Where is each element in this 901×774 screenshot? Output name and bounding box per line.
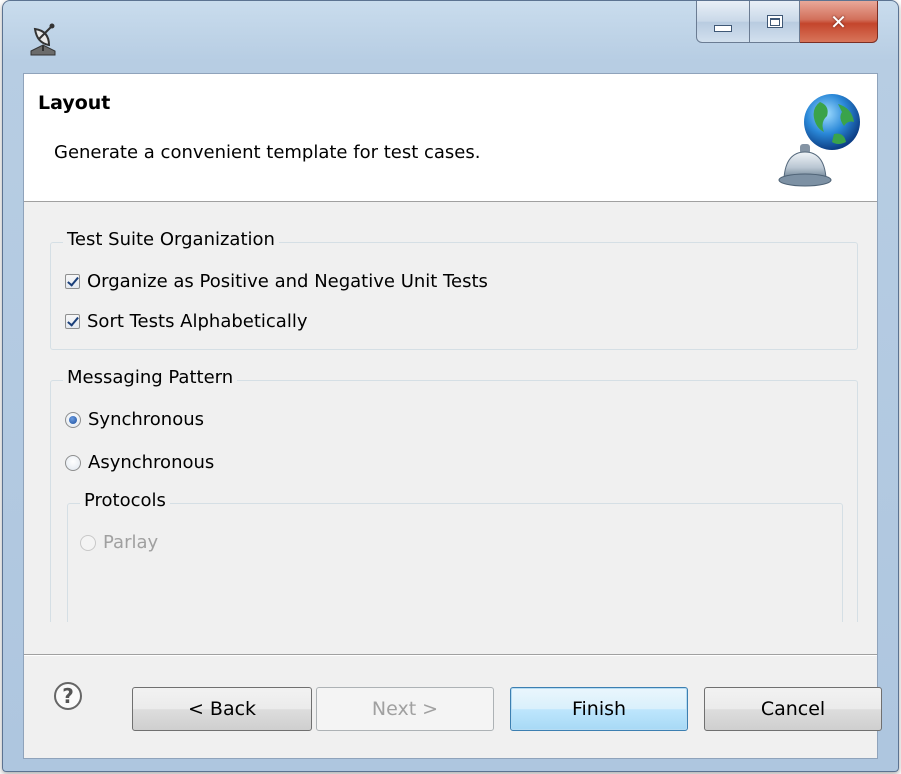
cancel-button[interactable]: Cancel [704, 687, 882, 731]
title-bar[interactable]: ✕ [3, 1, 898, 73]
close-button[interactable]: ✕ [800, 1, 878, 43]
dialog-client-area: Layout Generate a convenient template fo… [23, 73, 882, 759]
asynchronous-option[interactable]: Asynchronous [65, 452, 214, 473]
asynchronous-label: Asynchronous [88, 452, 215, 473]
organize-positive-negative-label: Organize as Positive and Negative Unit T… [87, 271, 488, 292]
group-label-test-suite-organization: Test Suite Organization [63, 229, 279, 250]
page-title: Layout [38, 92, 111, 114]
window-controls: ✕ [696, 1, 878, 45]
parlay-radio[interactable] [80, 534, 96, 551]
page-description: Generate a convenient template for test … [54, 142, 481, 163]
close-icon: ✕ [830, 9, 847, 34]
organize-positive-negative-option[interactable]: Organize as Positive and Negative Unit T… [65, 271, 488, 292]
maximize-icon [766, 15, 783, 28]
synchronous-radio[interactable] [65, 411, 81, 428]
sort-alphabetically-option[interactable]: Sort Tests Alphabetically [65, 311, 307, 332]
organize-positive-negative-checkbox[interactable] [65, 274, 80, 289]
wizard-header: Layout Generate a convenient template fo… [24, 74, 877, 202]
messaging-pattern-group: Messaging Pattern Synchronous Asynchrono… [50, 367, 858, 622]
parlay-option[interactable]: Parlay [80, 532, 158, 553]
parlay-label: Parlay [103, 532, 159, 553]
button-bar-separator [24, 654, 877, 656]
group-label-protocols: Protocols [80, 490, 170, 511]
minimize-icon [714, 25, 732, 32]
sort-alphabetically-checkbox[interactable] [65, 314, 80, 329]
help-icon[interactable]: ? [54, 682, 82, 710]
synchronous-option[interactable]: Synchronous [65, 409, 204, 430]
synchronous-label: Synchronous [88, 409, 205, 430]
group-label-messaging-pattern: Messaging Pattern [63, 367, 238, 388]
maximize-button[interactable] [750, 1, 800, 43]
minimize-button[interactable] [696, 1, 750, 43]
dialog-window: ✕ Layout Generate a convenient template … [2, 0, 899, 772]
globe-on-bell-icon [772, 88, 868, 188]
satellite-dish-icon [25, 21, 61, 61]
test-suite-organization-group: Test Suite Organization Organize as Posi… [50, 229, 858, 350]
finish-button[interactable]: Finish [510, 687, 688, 731]
next-button[interactable]: Next > [316, 687, 494, 731]
asynchronous-radio[interactable] [65, 454, 81, 471]
sort-alphabetically-label: Sort Tests Alphabetically [87, 311, 308, 332]
protocols-group: Protocols Parlay [67, 490, 843, 622]
options-area: Test Suite Organization Organize as Posi… [24, 202, 877, 622]
back-button[interactable]: < Back [132, 687, 312, 731]
